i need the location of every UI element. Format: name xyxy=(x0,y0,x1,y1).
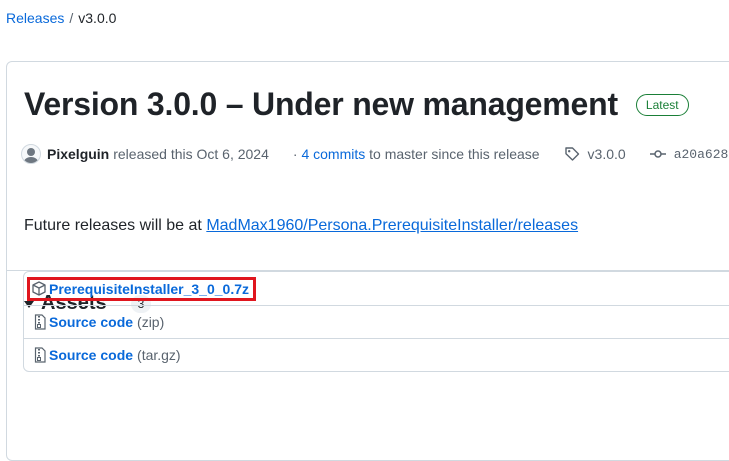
tag-label: v3.0.0 xyxy=(587,146,626,162)
package-icon xyxy=(32,281,46,296)
asset-list: PrerequisiteInstaller_3_0_0.7z Source co… xyxy=(23,271,729,372)
release-card: Version 3.0.0 – Under new management Lat… xyxy=(6,61,729,461)
asset-format-zip: (zip) xyxy=(137,314,165,330)
commits-suffix-text: to master since this release xyxy=(369,146,540,162)
release-title[interactable]: Version 3.0.0 – Under new management xyxy=(24,86,618,123)
commits-info: · 4 commits to master since this release xyxy=(293,146,540,162)
release-body: Future releases will be at MadMax1960/Pe… xyxy=(24,217,578,235)
release-meta: Pixelguin released this Oct 6, 2024 · 4 … xyxy=(21,144,728,164)
commits-link[interactable]: 4 commits xyxy=(301,146,365,162)
commit-hash: a20a628 xyxy=(673,146,729,162)
tag-icon xyxy=(564,147,579,161)
asset-format-targz: (tar.gz) xyxy=(137,347,181,363)
latest-badge: Latest xyxy=(635,93,689,116)
file-zip-icon xyxy=(34,314,46,330)
highlight-box: PrerequisiteInstaller_3_0_0.7z xyxy=(27,276,257,301)
release-body-text: Future releases will be at xyxy=(24,217,202,234)
tag-info[interactable]: v3.0.0 xyxy=(564,146,626,162)
released-date-text: released this Oct 6, 2024 xyxy=(113,146,269,162)
author-link[interactable]: Pixelguin xyxy=(47,146,109,162)
asset-row: Source code (tar.gz) xyxy=(24,338,729,371)
asset-link-source-targz[interactable]: Source code xyxy=(49,347,133,363)
asset-link-installer[interactable]: PrerequisiteInstaller_3_0_0.7z xyxy=(49,281,249,297)
asset-row: Source code (zip) xyxy=(24,305,729,338)
asset-row: PrerequisiteInstaller_3_0_0.7z xyxy=(24,272,729,305)
breadcrumb-releases-link[interactable]: Releases xyxy=(6,10,64,26)
release-body-link[interactable]: MadMax1960/Persona.PrerequisiteInstaller… xyxy=(206,217,578,234)
asset-link-source-zip[interactable]: Source code xyxy=(49,314,133,330)
breadcrumb-current: v3.0.0 xyxy=(78,10,117,26)
breadcrumb-separator: / xyxy=(69,10,74,26)
avatar[interactable] xyxy=(21,144,41,164)
file-zip-icon xyxy=(34,347,46,363)
commits-dot: · xyxy=(292,146,298,162)
breadcrumb: Releases / v3.0.0 xyxy=(6,10,116,26)
git-commit-icon xyxy=(649,150,666,158)
release-header: Version 3.0.0 – Under new management Lat… xyxy=(24,86,689,123)
commit-info[interactable]: a20a628 xyxy=(649,146,729,162)
